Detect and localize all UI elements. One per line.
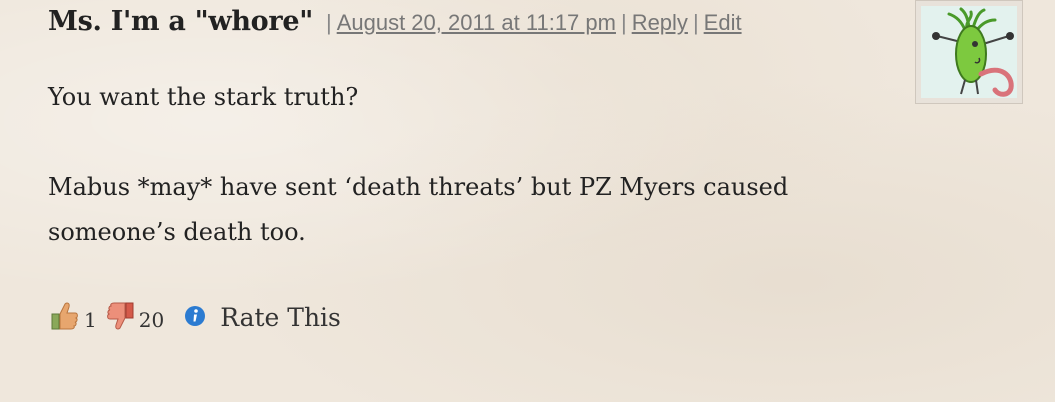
avatar-image — [921, 6, 1017, 98]
comment-meta-line: Ms. I'm a "whore" | August 20, 2011 at 11… — [48, 6, 742, 37]
comment: Ms. I'm a "whore" | August 20, 2011 at 11… — [0, 0, 1055, 402]
rating-bar: 1 20 Rate This — [50, 300, 341, 332]
comment-paragraph: Mabus *may* have sent ‘death threats’ bu… — [48, 173, 789, 246]
reply-link[interactable]: Reply — [632, 10, 688, 35]
comment-author: Ms. I'm a "whore" — [48, 6, 313, 37]
rate-this-link[interactable]: Rate This — [220, 303, 341, 332]
comment-meta: | August 20, 2011 at 11:17 pm | Reply | Edit — [321, 10, 742, 36]
meta-separator: | — [620, 10, 627, 35]
meta-separator: | — [325, 10, 332, 35]
meta-separator: | — [692, 10, 699, 35]
dislikes-count: 20 — [138, 308, 165, 332]
thumbs-up-icon[interactable] — [50, 300, 80, 332]
green-creature-icon — [932, 7, 1014, 97]
edit-link[interactable]: Edit — [704, 10, 742, 35]
comment-paragraph: You want the stark truth? — [48, 83, 359, 111]
thumbs-down-icon[interactable] — [105, 300, 135, 332]
info-icon[interactable] — [184, 305, 206, 327]
likes-count: 1 — [84, 308, 97, 332]
avatar[interactable] — [915, 0, 1023, 104]
comment-date-link[interactable]: August 20, 2011 at 11:17 pm — [337, 10, 616, 35]
